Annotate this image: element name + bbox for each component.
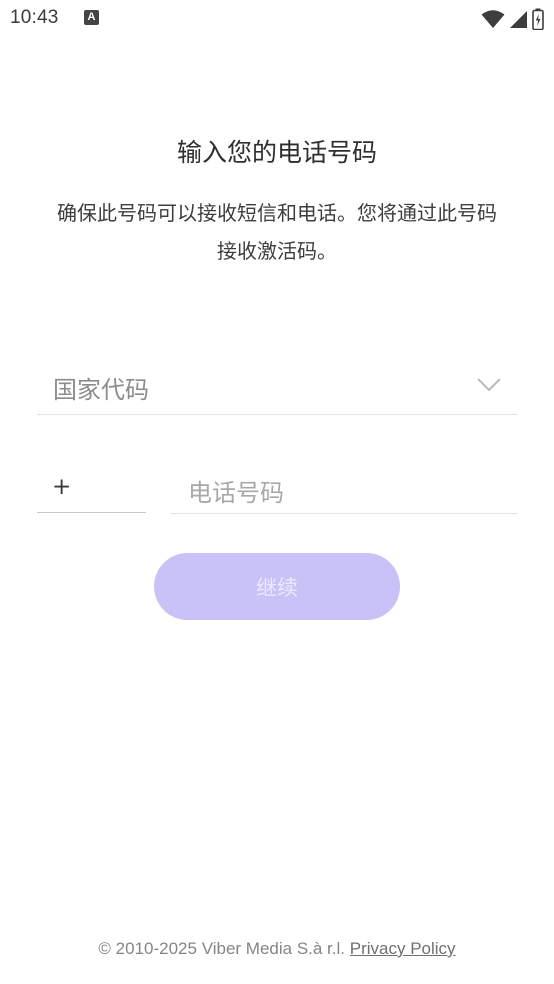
page-title: 输入您的电话号码 [176,138,377,167]
status-icons [481,8,544,30]
country-prefix-field[interactable]: + [37,465,146,513]
battery-icon [532,8,544,30]
privacy-policy-link[interactable]: Privacy Policy [350,939,456,958]
country-code-placeholder: 国家代码 [53,376,149,404]
chevron-down-icon [477,377,501,396]
notification-a-icon: A [84,10,99,25]
page-subtitle: 确保此号码可以接收短信和电话。您将通过此号码接收激活码。 [57,201,497,263]
signal-icon [509,10,528,29]
status-time: 10:43 [10,7,59,28]
prefix-plus: + [52,474,72,500]
phone-number-input[interactable]: 电话号码 [171,465,517,514]
country-code-dropdown[interactable]: 国家代码 [37,360,517,415]
footer: © 2010-2025 Viber Media S.à r.l. Privacy… [0,939,554,959]
continue-button[interactable]: 继续 [154,553,400,620]
phone-number-placeholder: 电话号码 [188,479,284,507]
wifi-icon [481,9,505,29]
status-bar: 10:43 A [0,0,554,38]
copyright-text: © 2010-2025 Viber Media S.à r.l. [98,939,346,958]
